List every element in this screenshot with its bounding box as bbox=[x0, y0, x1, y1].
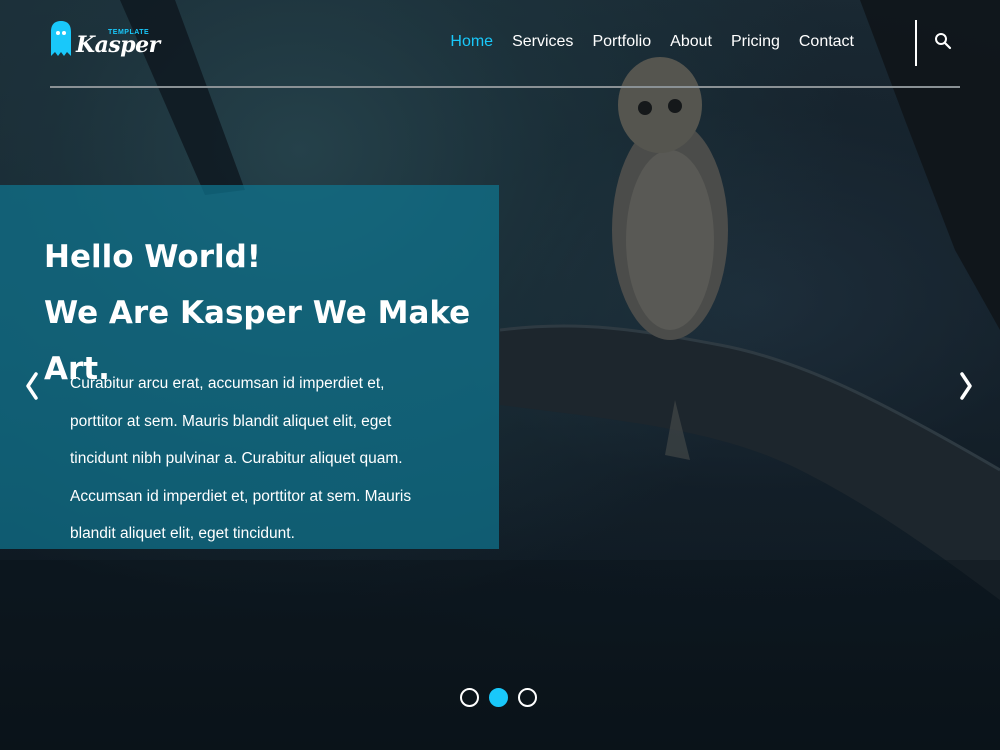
slider-bullet-1[interactable] bbox=[460, 688, 479, 707]
brand-name: Kasper bbox=[76, 32, 160, 58]
hero-title-line-1: Hello World! bbox=[44, 239, 261, 275]
nav-item-services[interactable]: Services bbox=[512, 30, 573, 54]
hero-body-text: Curabitur arcu erat, accumsan id imperdi… bbox=[70, 375, 412, 542]
slider-bullet-3[interactable] bbox=[518, 688, 537, 707]
nav-item-home[interactable]: Home bbox=[450, 30, 493, 54]
brand-logo[interactable]: TEMPLATE Kasper bbox=[50, 20, 160, 64]
site-header: TEMPLATE Kasper Home Services Portfolio … bbox=[50, 0, 960, 88]
nav-item-contact[interactable]: Contact bbox=[799, 30, 854, 54]
slider-bullets bbox=[460, 688, 537, 707]
nav-divider bbox=[915, 20, 917, 66]
hero-text-panel: Hello World! We Are Kasper We Make Art. … bbox=[0, 185, 499, 549]
chevron-right-icon[interactable] bbox=[956, 370, 976, 402]
nav-item-portfolio[interactable]: Portfolio bbox=[592, 30, 651, 54]
ghost-logo-icon bbox=[51, 21, 71, 56]
nav-item-about[interactable]: About bbox=[670, 30, 712, 54]
nav-item-pricing[interactable]: Pricing bbox=[731, 30, 780, 54]
search-icon[interactable] bbox=[934, 32, 952, 50]
slider-bullet-2[interactable] bbox=[489, 688, 508, 707]
chevron-left-icon[interactable] bbox=[22, 370, 42, 402]
main-nav: Home Services Portfolio About Pricing Co… bbox=[431, 30, 854, 54]
